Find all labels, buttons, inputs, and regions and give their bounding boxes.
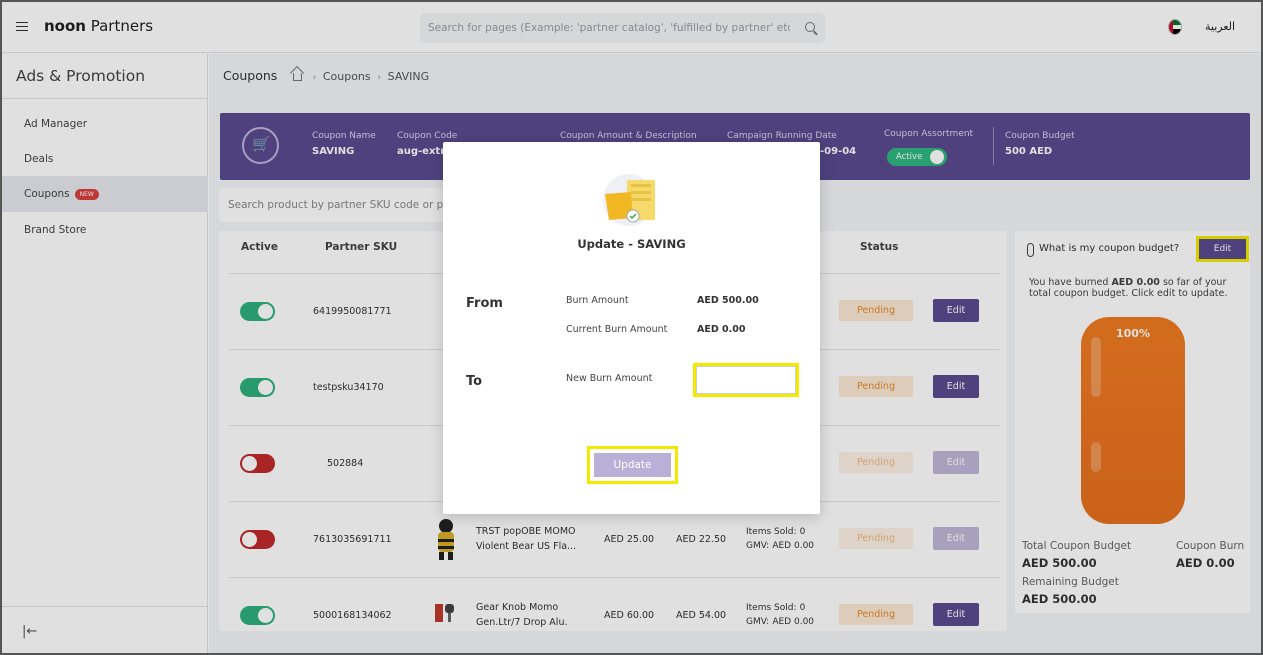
burn-amount-value: AED 500.00 [697, 295, 759, 306]
current-burn-value: AED 0.00 [697, 324, 746, 335]
new-burn-amount-input[interactable] [696, 366, 796, 394]
update-button[interactable]: Update [594, 453, 671, 477]
burn-amount-label: Burn Amount [566, 295, 629, 306]
to-label: To [466, 374, 483, 389]
app-window: noon Partners العربية Ads & Promotion Ad… [0, 0, 1263, 655]
modal-title: Update - SAVING [577, 237, 686, 251]
new-burn-amount-field[interactable] [693, 363, 799, 397]
update-burn-modal: Update - SAVING From Burn Amount AED 500… [443, 142, 820, 514]
new-burn-label: New Burn Amount [566, 373, 653, 384]
update-button-highlight: Update [587, 446, 678, 484]
coupon-wallet-illustration [603, 174, 655, 226]
from-label: From [466, 296, 503, 311]
current-burn-label: Current Burn Amount [566, 324, 668, 335]
